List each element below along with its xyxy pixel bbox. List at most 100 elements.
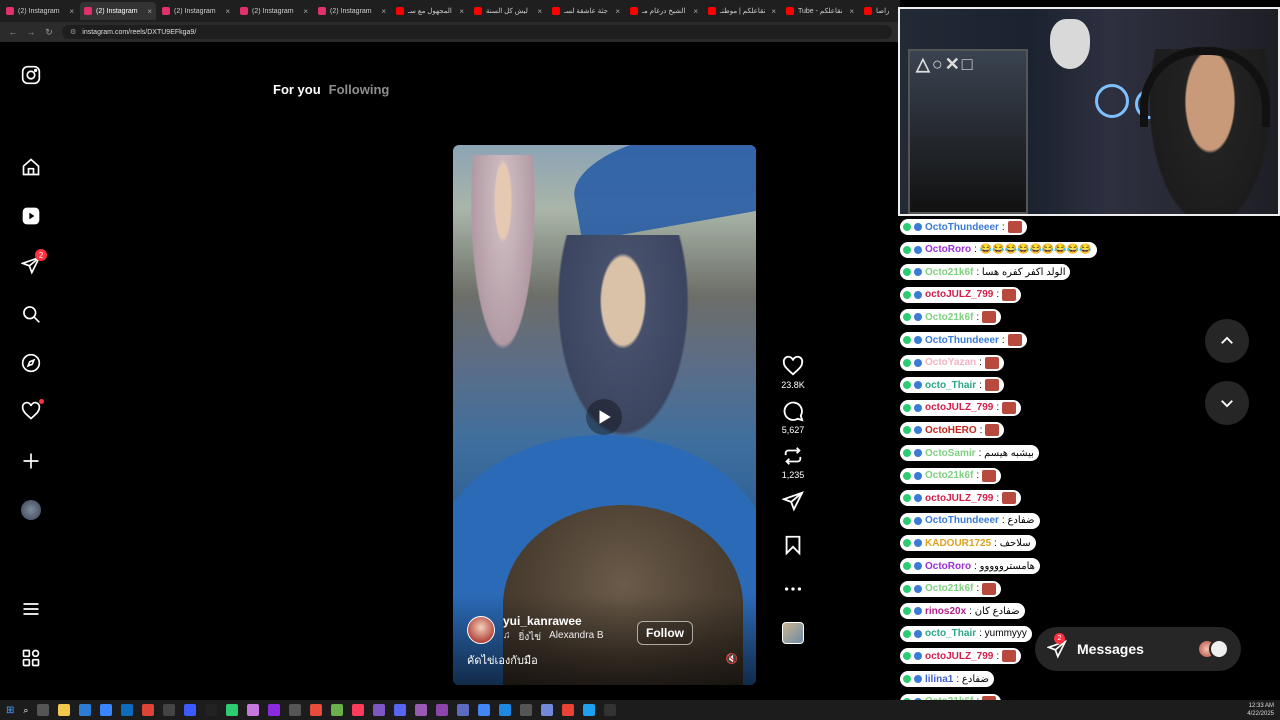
chat-username[interactable]: Octo21k6f (925, 312, 973, 323)
chat-username[interactable]: KADOUR1725 (925, 538, 991, 549)
taskbar-app-icon[interactable] (79, 704, 92, 716)
taskbar-app-icon[interactable] (289, 704, 302, 716)
browser-tab[interactable]: Tube - نقاعلكم × (782, 2, 858, 20)
close-tab-icon[interactable]: × (537, 7, 542, 16)
instagram-logo-icon[interactable] (20, 64, 42, 86)
start-icon[interactable]: ⊞ (6, 705, 14, 716)
taskbar-app-icon[interactable] (478, 704, 491, 716)
taskbar-app-icon[interactable] (142, 704, 155, 716)
also-from-meta-icon[interactable] (20, 647, 42, 669)
browser-tab[interactable]: ليش كل السنة × (470, 2, 546, 20)
play-icon[interactable] (586, 399, 622, 435)
profile-avatar[interactable] (20, 499, 42, 521)
chat-username[interactable]: Octo21k6f (925, 470, 973, 481)
close-tab-icon[interactable]: × (69, 7, 74, 16)
tab-following[interactable]: Following (329, 82, 390, 97)
close-tab-icon[interactable]: × (381, 7, 386, 16)
browser-tab[interactable]: (2) Instagram × (314, 2, 390, 20)
messages-button[interactable]: 2 Messages (1035, 627, 1241, 671)
explore-icon[interactable] (20, 352, 42, 374)
chat-username[interactable]: octoJULZ_799 (925, 402, 993, 413)
taskbar-app-icon[interactable] (268, 704, 281, 716)
chat-username[interactable]: lilina1 (925, 674, 953, 685)
browser-tab[interactable]: (2) Instagram × (2, 2, 78, 20)
taskbar-app-icon[interactable] (226, 704, 239, 716)
taskbar-app-icon[interactable] (583, 704, 596, 716)
browser-tab[interactable]: نقاعلكم | موطنـ × (704, 2, 780, 20)
taskbar-app-icon[interactable] (520, 704, 533, 716)
chat-username[interactable]: OctoYazan (925, 357, 976, 368)
taskbar-app-icon[interactable] (436, 704, 449, 716)
home-icon[interactable] (20, 156, 42, 178)
taskbar-app-icon[interactable] (58, 704, 71, 716)
chat-username[interactable]: OctoRoro (925, 561, 971, 572)
chat-username[interactable]: OctoThundeeer (925, 222, 999, 233)
author-avatar[interactable] (467, 615, 495, 644)
author-username[interactable]: yui_kanrawee (503, 614, 604, 628)
close-tab-icon[interactable]: × (459, 7, 464, 16)
audio-thumbnail[interactable] (782, 622, 804, 644)
next-reel-button[interactable] (1205, 381, 1249, 425)
chat-username[interactable]: octo_Thair (925, 628, 976, 639)
taskbar-app-icon[interactable] (604, 704, 617, 716)
close-tab-icon[interactable]: × (771, 7, 776, 16)
close-tab-icon[interactable]: × (225, 7, 230, 16)
system-clock[interactable]: 12:33 AM 4/22/2025 (1247, 702, 1274, 718)
reels-icon[interactable] (20, 205, 42, 227)
search-icon[interactable] (20, 303, 42, 325)
close-tab-icon[interactable]: × (147, 7, 152, 16)
close-tab-icon[interactable]: × (303, 7, 308, 16)
create-plus-icon[interactable] (20, 450, 42, 472)
close-tab-icon[interactable]: × (693, 7, 698, 16)
chat-username[interactable]: octoJULZ_799 (925, 289, 993, 300)
taskbar-app-icon[interactable] (184, 704, 197, 716)
chat-username[interactable]: octoJULZ_799 (925, 493, 993, 504)
chat-username[interactable]: Octo21k6f (925, 583, 973, 594)
browser-tab[interactable]: (2) Instagram × (80, 2, 156, 20)
taskbar-app-icon[interactable] (499, 704, 512, 716)
taskbar-app-icon[interactable] (352, 704, 365, 716)
browser-tab[interactable]: المجهول مع سـ × (392, 2, 468, 20)
more-options-icon[interactable] (782, 578, 804, 600)
comment-action[interactable]: 5,627 (782, 400, 804, 435)
reload-icon[interactable]: ↻ (44, 27, 54, 38)
heart-icon[interactable] (20, 399, 44, 422)
chat-username[interactable]: OctoRoro (925, 244, 971, 255)
chat-username[interactable]: OctoSamir (925, 448, 976, 459)
taskbar-app-icon[interactable] (310, 704, 323, 716)
forward-icon[interactable]: → (26, 27, 36, 37)
taskbar-app-icon[interactable] (331, 704, 344, 716)
mute-icon[interactable]: 🔇 (726, 654, 738, 665)
browser-tab[interactable]: راصا× (860, 2, 900, 20)
taskbar-app-icon[interactable] (247, 704, 260, 716)
chat-username[interactable]: OctoHERO (925, 425, 977, 436)
more-menu-icon[interactable] (20, 598, 42, 620)
address-bar[interactable]: ⚙ instagram.com/reels/DXTU9EFkga9/ (62, 25, 892, 39)
chat-username[interactable]: rinos20x (925, 606, 966, 617)
previous-reel-button[interactable] (1205, 319, 1249, 363)
taskbar-app-icon[interactable] (394, 704, 407, 716)
search-icon[interactable]: ⌕ (23, 705, 28, 716)
taskbar-app-icon[interactable] (562, 704, 575, 716)
chat-username[interactable]: Octo21k6f (925, 267, 973, 278)
follow-button[interactable]: Follow (637, 621, 693, 645)
taskbar-app-icon[interactable] (121, 704, 134, 716)
browser-tab[interactable]: (2) Instagram × (158, 2, 234, 20)
taskbar-app-icon[interactable] (100, 704, 113, 716)
close-tab-icon[interactable]: × (849, 7, 854, 16)
reel-video[interactable]: yui_kanrawee ♫ ยิ่งไข่ Alexandra B Follo… (453, 145, 756, 685)
site-info-icon[interactable]: ⚙ (70, 28, 76, 36)
taskbar-app-icon[interactable] (205, 704, 218, 716)
taskbar-app-icon[interactable] (373, 704, 386, 716)
taskbar-app-icon[interactable] (457, 704, 470, 716)
tab-for-you[interactable]: For you (273, 82, 321, 97)
close-tab-icon[interactable]: × (615, 7, 620, 16)
share-icon[interactable] (782, 490, 804, 512)
chat-username[interactable]: octo_Thair (925, 380, 976, 391)
taskbar-app-icon[interactable] (163, 704, 176, 716)
browser-tab[interactable]: الشيخ درغام مـ × (626, 2, 702, 20)
back-icon[interactable]: ← (8, 27, 18, 37)
taskbar-app-icon[interactable] (541, 704, 554, 716)
taskbar-app-icon[interactable] (415, 704, 428, 716)
chat-username[interactable]: OctoThundeeer (925, 515, 999, 526)
